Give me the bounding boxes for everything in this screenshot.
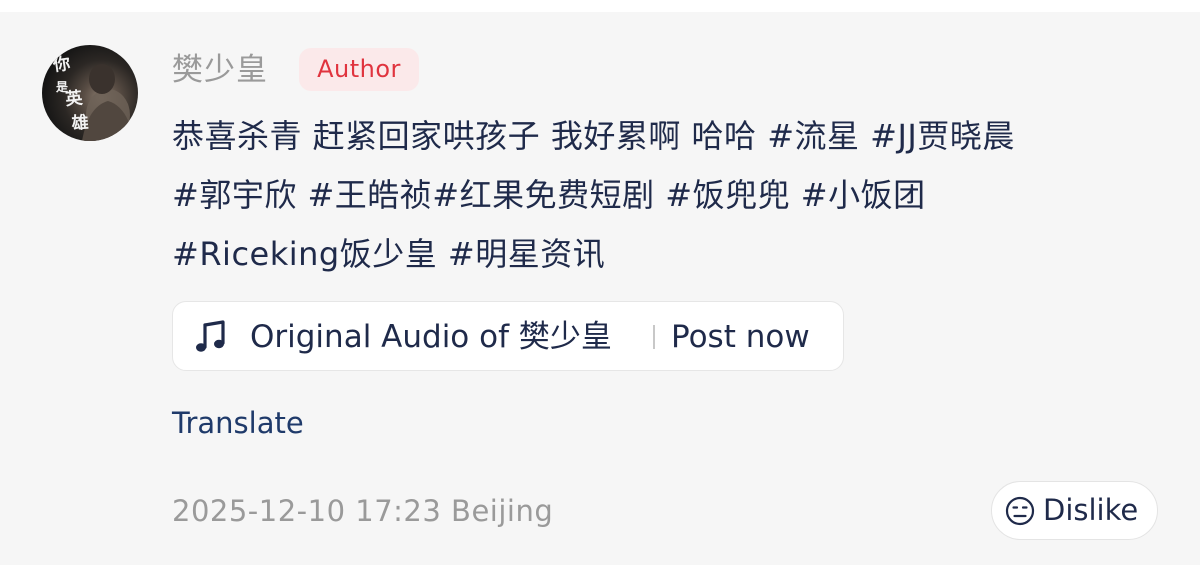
audio-divider bbox=[653, 325, 655, 349]
comment-card: 你 是 英 雄 樊少皇 Author 恭喜杀青 赶紧回家哄孩子 我好累啊 哈哈 … bbox=[0, 12, 1200, 565]
svg-text:你: 你 bbox=[51, 53, 72, 76]
dislike-label[interactable]: Dislike bbox=[1043, 482, 1138, 539]
top-separator bbox=[0, 0, 1200, 12]
frown-face-icon bbox=[1005, 496, 1035, 526]
dislike-button[interactable]: Dislike bbox=[991, 481, 1158, 540]
comment-text-line: #Riceking饭少皇 #明星资讯 bbox=[172, 235, 606, 273]
comment-text: 恭喜杀青 赶紧回家哄孩子 我好累啊 哈哈 #流星 #JJ贾晓晨 #郭宇欣 #王皓… bbox=[172, 107, 1172, 284]
svg-text:雄: 雄 bbox=[70, 112, 89, 134]
avatar-image: 你 是 英 雄 bbox=[51, 53, 134, 141]
original-audio-chip[interactable]: Original Audio of 樊少皇 Post now bbox=[172, 301, 844, 371]
post-now-button[interactable]: Post now bbox=[671, 302, 810, 372]
music-note-icon bbox=[196, 320, 225, 352]
avatar[interactable]: 你 是 英 雄 bbox=[42, 45, 138, 141]
author-name[interactable]: 樊少皇 bbox=[172, 50, 268, 90]
timestamp: 2025-12-10 17:23 Beijing bbox=[172, 494, 554, 528]
comment-text-line: 恭喜杀青 赶紧回家哄孩子 我好累啊 哈哈 #流星 #JJ贾晓晨 bbox=[172, 117, 1015, 155]
comment-text-line: #郭宇欣 #王皓祯#红果免费短剧 #饭兜兜 #小饭团 bbox=[172, 176, 926, 214]
author-badge: Author bbox=[299, 48, 419, 91]
svg-text:英: 英 bbox=[64, 87, 84, 110]
translate-link[interactable]: Translate bbox=[172, 403, 304, 443]
audio-label[interactable]: Original Audio of 樊少皇 bbox=[250, 302, 612, 372]
